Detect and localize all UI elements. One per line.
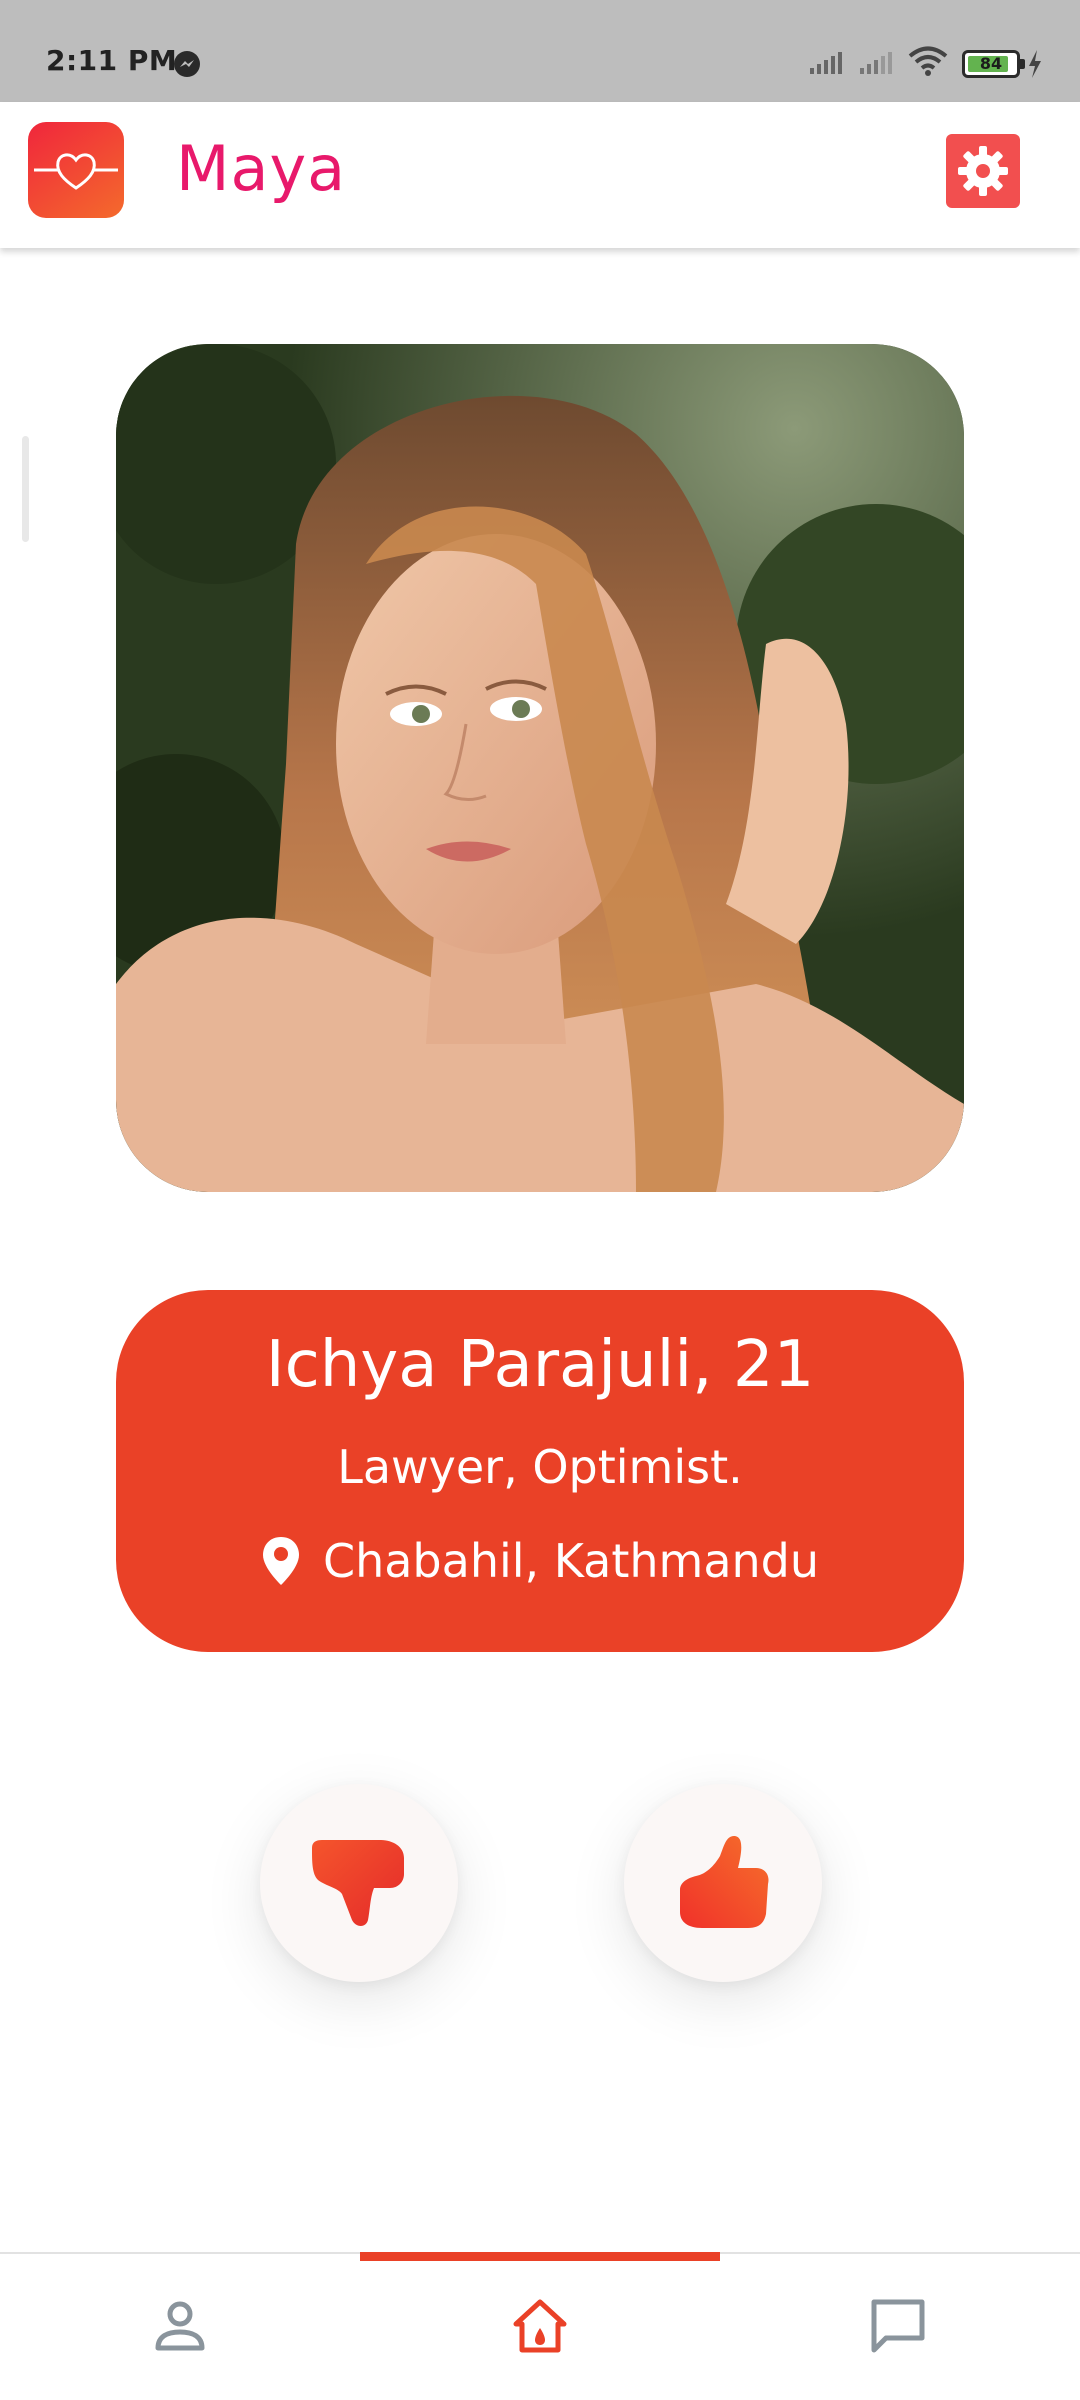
nav-home[interactable] (508, 2294, 572, 2358)
profile-info-card: Ichya Parajuli, 21 Lawyer, Optimist. Cha… (116, 1290, 964, 1652)
like-button[interactable] (624, 1784, 822, 1982)
battery-level: 84 (979, 54, 1003, 73)
bottom-navigation (0, 2252, 1080, 2400)
dislike-button[interactable] (260, 1784, 458, 1982)
signal-icon (810, 52, 842, 74)
status-time: 2:11 PM (46, 44, 178, 77)
chat-icon (871, 2299, 925, 2353)
profile-name: Ichya Parajuli, 21 (265, 1328, 815, 1402)
active-tab-indicator (360, 2252, 720, 2261)
profile-photo[interactable] (116, 344, 964, 1192)
messenger-icon (174, 51, 200, 77)
thumbs-down-icon (312, 1840, 404, 1926)
nav-profile[interactable] (148, 2294, 212, 2358)
status-bar: 2:11 PM 84 (0, 0, 1080, 102)
profile-location: Chabahil, Kathmandu (116, 1534, 964, 1588)
app-title: Maya (176, 132, 347, 205)
thumbs-up-icon (680, 1836, 769, 1928)
battery-icon: 84 (962, 50, 1025, 78)
scroll-indicator (22, 436, 29, 542)
map-pin-icon (262, 1537, 299, 1585)
nav-chat[interactable] (866, 2294, 930, 2358)
settings-button[interactable] (946, 134, 1020, 208)
home-icon (513, 2299, 567, 2353)
signal-icon (860, 52, 892, 74)
profile-bio: Lawyer, Optimist. (337, 1440, 743, 1494)
person-icon (155, 2301, 205, 2351)
charging-icon (1029, 50, 1041, 78)
app-screen: 2:11 PM 84 Maya Ichya Parajuli, 21 Lawye… (0, 0, 1080, 2400)
app-bar: Maya (0, 102, 1080, 248)
location-text: Chabahil, Kathmandu (322, 1534, 820, 1588)
wifi-icon (908, 46, 948, 76)
heart-logo-icon[interactable] (28, 122, 124, 218)
battery-cap (1020, 59, 1025, 69)
gear-icon (958, 146, 1008, 196)
